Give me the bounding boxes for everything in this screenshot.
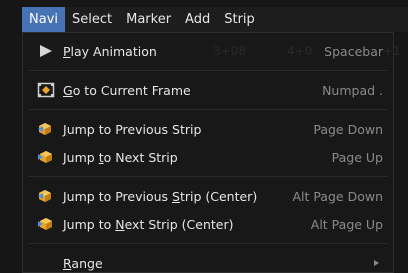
separator bbox=[29, 243, 387, 244]
menu-item-label: Jump to Previous Strip (Center) bbox=[63, 188, 258, 204]
shortcut-label: Alt Page Down bbox=[292, 188, 383, 204]
menu-item-label: Jump to Next Strip (Center) bbox=[63, 216, 234, 232]
menu-item-jump-previous-strip-center[interactable]: Jump to Previous Strip (Center) Alt Page… bbox=[23, 182, 393, 210]
menubar: Navi Select Marker Add Strip bbox=[22, 7, 408, 32]
frame-icon bbox=[37, 82, 55, 98]
screen: Navi Select Marker Add Strip 3+08 4+0 +1… bbox=[0, 0, 408, 273]
jump-next-icon bbox=[38, 151, 52, 163]
separator bbox=[29, 70, 387, 71]
menu-add[interactable]: Add bbox=[178, 7, 217, 32]
menu-item-label: Range bbox=[63, 255, 103, 271]
separator bbox=[29, 176, 387, 177]
shortcut-label: Numpad . bbox=[322, 82, 383, 98]
menu-select[interactable]: Select bbox=[65, 7, 119, 32]
navi-dropdown-menu: 3+08 4+0 +1 Play Animation Spacebar Go t… bbox=[22, 32, 401, 273]
menu-marker[interactable]: Marker bbox=[119, 7, 178, 32]
menu-item-jump-next-strip[interactable]: Jump to Next Strip Page Up bbox=[23, 143, 393, 171]
shortcut-label: Page Down bbox=[313, 121, 383, 137]
separator bbox=[29, 109, 387, 110]
menu-item-go-to-current-frame[interactable]: Go to Current Frame Numpad . bbox=[23, 76, 393, 104]
menu-item-range[interactable]: Range bbox=[23, 249, 393, 273]
menu-item-label: Play Animation bbox=[63, 43, 157, 59]
menu-navi[interactable]: Navi bbox=[22, 7, 65, 32]
shortcut-label: Page Up bbox=[331, 149, 383, 165]
menu-item-jump-next-strip-center[interactable]: Jump to Next Strip (Center) Alt Page Up bbox=[23, 210, 393, 238]
ghost-text: +1 bbox=[383, 44, 401, 58]
menu-item-label: Go to Current Frame bbox=[63, 82, 191, 98]
jump-next-icon bbox=[38, 218, 52, 230]
menu-item-jump-previous-strip[interactable]: Jump to Previous Strip Page Down bbox=[23, 115, 393, 143]
play-icon bbox=[40, 45, 52, 57]
ghost-text: 4+0 bbox=[287, 44, 313, 58]
submenu-arrow-icon bbox=[374, 260, 379, 266]
ghost-text: 3+08 bbox=[213, 44, 246, 58]
menu-item-label: Jump to Previous Strip bbox=[63, 121, 202, 137]
menu-item-label: Jump to Next Strip bbox=[63, 149, 178, 165]
shortcut-label: Spacebar bbox=[324, 43, 383, 59]
jump-prev-icon bbox=[38, 190, 51, 202]
jump-prev-icon bbox=[38, 123, 51, 135]
menu-strip[interactable]: Strip bbox=[217, 7, 262, 32]
shortcut-label: Alt Page Up bbox=[310, 216, 383, 232]
menu-item-play-animation[interactable]: 3+08 4+0 +1 Play Animation Spacebar bbox=[23, 37, 401, 65]
